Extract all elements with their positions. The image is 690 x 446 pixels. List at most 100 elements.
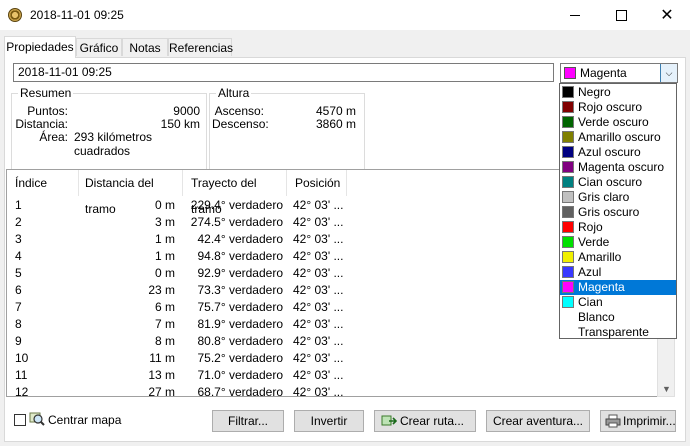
cell-distancia: 7 m (154, 317, 175, 331)
chevron-down-icon[interactable]: ⌵ (660, 64, 677, 82)
cell-indice: 3 (15, 232, 22, 246)
title-bar: 2018-11-01 09:25 ✕ (0, 0, 690, 30)
resumen-title: Resumen (18, 86, 74, 100)
cell-posicion: 42° 03' ... (293, 368, 344, 382)
table-row[interactable]: 11 13 m 71.0° verdadero 42° 03' ... (7, 367, 657, 384)
centrar-mapa-checkbox[interactable] (14, 414, 26, 426)
cell-distancia: 6 m (154, 300, 175, 314)
table-row[interactable]: 12 27 m 68.7° verdadero 42° 03' ... (7, 384, 657, 397)
color-option[interactable]: Transparente (560, 325, 676, 340)
color-option[interactable]: Amarillo oscuro (560, 130, 676, 145)
cell-distancia: 8 m (154, 334, 175, 348)
color-option-label: Verde (578, 235, 610, 249)
tab-referencias[interactable]: Referencias (168, 38, 233, 56)
ascenso-value: 4570 m (315, 104, 356, 118)
distancia-label: Distancia: (15, 117, 68, 131)
color-option[interactable]: Negro (560, 85, 676, 100)
crear-ruta-label: Crear ruta... (400, 414, 465, 428)
color-option[interactable]: Verde oscuro (560, 115, 676, 130)
puntos-label: Puntos: (27, 104, 68, 118)
color-swatch (562, 161, 574, 173)
puntos-value: 9000 (173, 104, 200, 118)
color-option[interactable]: Magenta oscuro (560, 160, 676, 175)
cell-distancia: 0 m (154, 198, 175, 212)
tab-propiedades[interactable]: Propiedades (4, 36, 76, 58)
cell-trayecto: 73.3° verdadero (197, 283, 283, 297)
col-indice[interactable]: Índice (7, 170, 79, 196)
color-option-label: Magenta (578, 280, 625, 294)
color-option[interactable]: Azul oscuro (560, 145, 676, 160)
cell-trayecto: 42.4° verdadero (197, 232, 283, 246)
cell-posicion: 42° 03' ... (293, 249, 344, 263)
color-option[interactable]: Amarillo (560, 250, 676, 265)
filtrar-button[interactable]: Filtrar... (212, 410, 284, 432)
maximize-button[interactable] (598, 0, 644, 30)
tab-grafico[interactable]: Gráfico (76, 38, 122, 56)
ascenso-label: Ascenso: (214, 104, 264, 118)
color-option[interactable]: Rojo oscuro (560, 100, 676, 115)
color-option-label: Gris oscuro (578, 205, 640, 219)
centrar-mapa-label[interactable]: Centrar mapa (48, 413, 121, 427)
color-option-label: Amarillo (578, 250, 622, 264)
invertir-button[interactable]: Invertir (294, 410, 364, 432)
color-option[interactable]: Verde (560, 235, 676, 250)
close-button[interactable]: ✕ (644, 0, 690, 30)
imprimir-button[interactable]: Imprimir... (600, 410, 676, 432)
printer-icon (605, 414, 621, 428)
color-option[interactable]: Cian oscuro (560, 175, 676, 190)
color-option-label: Azul (578, 265, 602, 279)
route-icon (381, 415, 397, 426)
cell-trayecto: 94.8° verdadero (197, 249, 283, 263)
color-swatch (562, 221, 574, 233)
cell-distancia: 3 m (154, 215, 175, 229)
crear-ruta-button[interactable]: Crear ruta... (374, 410, 476, 432)
scroll-down-icon[interactable]: ▼ (662, 384, 671, 394)
color-swatch (562, 191, 574, 203)
minimize-button[interactable] (552, 0, 598, 30)
distancia-value: 150 km (160, 117, 200, 131)
col-distancia[interactable]: Distancia del tramo (79, 170, 183, 216)
cell-trayecto: 80.8° verdadero (197, 334, 283, 348)
cell-trayecto: 81.9° verdadero (197, 317, 283, 331)
cell-posicion: 42° 03' ... (293, 300, 344, 314)
cell-trayecto: 92.9° verdadero (197, 266, 283, 280)
maximize-icon (615, 9, 627, 21)
cell-indice: 6 (15, 283, 22, 297)
color-swatch (562, 206, 574, 218)
color-option[interactable]: Cian (560, 295, 676, 310)
cell-distancia: 13 m (148, 368, 175, 382)
color-dropdown-list[interactable]: Negro Rojo oscuro Verde oscuro Amarillo osc… (559, 83, 677, 339)
track-name-input[interactable]: 2018-11-01 09:25 (13, 63, 554, 82)
color-option[interactable]: Magenta (560, 280, 676, 295)
imprimir-label: Imprimir... (623, 414, 676, 428)
color-option[interactable]: Azul (560, 265, 676, 280)
descenso-value: 3860 m (315, 117, 356, 131)
selected-color-label: Magenta (580, 66, 627, 80)
table-row[interactable]: 10 11 m 75.2° verdadero 42° 03' ... (7, 350, 657, 367)
map-magnifier-icon (29, 412, 45, 426)
color-option[interactable]: Gris claro (560, 190, 676, 205)
cell-indice: 10 (15, 351, 29, 365)
cell-posicion: 42° 03' ... (293, 283, 344, 297)
color-swatch (562, 266, 574, 278)
cell-distancia: 0 m (154, 266, 175, 280)
col-trayecto[interactable]: Trayecto del tramo (183, 170, 287, 216)
color-option[interactable]: Blanco (560, 310, 676, 325)
color-option-label: Cian oscuro (578, 175, 643, 189)
cell-trayecto: 229.4° verdadero (190, 198, 283, 212)
color-option-label: Transparente (578, 325, 649, 339)
color-select[interactable]: Magenta ⌵ (560, 63, 678, 83)
crear-aventura-button[interactable]: Crear aventura... (486, 410, 590, 432)
col-posicion[interactable]: Posición (287, 170, 347, 196)
cell-indice: 12 (15, 385, 29, 397)
cell-posicion: 42° 03' ... (293, 385, 344, 397)
color-swatch (562, 146, 574, 158)
color-option[interactable]: Gris oscuro (560, 205, 676, 220)
tab-notas[interactable]: Notas (122, 38, 168, 56)
color-option-label: Magenta oscuro (578, 160, 665, 174)
cell-posicion: 42° 03' ... (293, 334, 344, 348)
color-swatch (562, 131, 574, 143)
color-option-label: Blanco (578, 310, 615, 324)
area-value: 293 kilómetros cuadrados (74, 130, 153, 158)
color-option[interactable]: Rojo (560, 220, 676, 235)
